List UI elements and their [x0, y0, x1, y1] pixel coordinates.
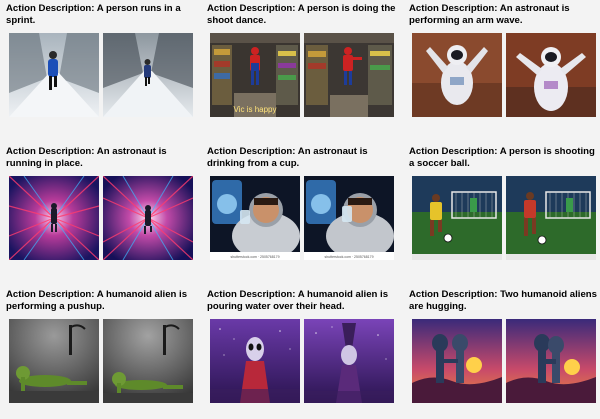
panel-running-in-place: Action Description: An astronaut is runn… — [6, 146, 196, 276]
panel-caption: Action Description: A humanoid alien is … — [6, 289, 188, 312]
frame-1 — [412, 319, 502, 403]
panel-caption: Action Description: An astronaut is drin… — [207, 146, 368, 169]
frame-1: shutterstock.com · 2505768179 — [210, 176, 300, 260]
panel-drinking: Action Description: An astronaut is drin… — [207, 146, 397, 276]
frame-pair — [412, 176, 596, 260]
panel-soccer: Action Description: A person is shooting… — [409, 146, 599, 276]
frame-2 — [103, 319, 193, 403]
frame-pair — [9, 33, 193, 117]
frame-2 — [304, 33, 394, 117]
panel-hugging: Action Description: Two humanoid aliens … — [409, 289, 599, 419]
panel-caption: Action Description: A person is doing th… — [207, 3, 396, 26]
frame-1 — [9, 33, 99, 117]
panel-caption: Action Description: Two humanoid aliens … — [409, 289, 597, 312]
panel-caption: Action Description: An astronaut is runn… — [6, 146, 167, 169]
frame-pair: Vic is happy — [210, 33, 394, 117]
panel-pouring-water: Action Description: A humanoid alien is … — [207, 289, 397, 419]
action-grid: Action Description: A person runs in a s… — [0, 0, 600, 415]
panel-caption: Action Description: A person runs in a s… — [6, 3, 181, 26]
frame-pair — [210, 319, 394, 403]
panel-caption: Action Description: An astronaut is perf… — [409, 3, 570, 26]
panel-pushup: Action Description: A humanoid alien is … — [6, 289, 196, 419]
frame-2 — [506, 319, 596, 403]
frame-pair — [9, 176, 193, 260]
watermark: shutterstock.com · 2505768179 — [324, 255, 373, 259]
panel-sprint: Action Description: A person runs in a s… — [6, 3, 196, 133]
frame-1 — [210, 319, 300, 403]
frame-1 — [9, 176, 99, 260]
frame-1: Vic is happy — [210, 33, 300, 117]
panel-caption: Action Description: A humanoid alien is … — [207, 289, 389, 312]
frame-pair — [412, 319, 596, 403]
frame-2: shutterstock.com · 2505768179 — [304, 176, 394, 260]
frame-pair — [412, 33, 596, 117]
frame-2 — [103, 176, 193, 260]
frame-pair: shutterstock.com · 2505768179 shuttersto… — [210, 176, 394, 260]
frame-1 — [412, 33, 502, 117]
frame-2 — [506, 33, 596, 117]
frame-2 — [103, 33, 193, 117]
frame-2 — [304, 319, 394, 403]
frame-2 — [506, 176, 596, 260]
frame-pair — [9, 319, 193, 403]
frame-1 — [412, 176, 502, 260]
overlay-caption: Vic is happy — [234, 105, 277, 114]
watermark: shutterstock.com · 2505768179 — [230, 255, 279, 259]
panel-arm-wave: Action Description: An astronaut is perf… — [409, 3, 599, 133]
panel-caption: Action Description: A person is shooting… — [409, 146, 595, 169]
panel-shoot-dance: Action Description: A person is doing th… — [207, 3, 397, 133]
frame-1 — [9, 319, 99, 403]
